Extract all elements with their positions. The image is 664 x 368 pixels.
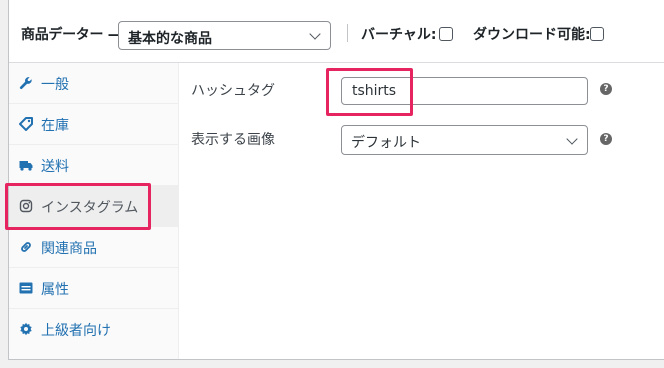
tab-label: 上級者向け bbox=[41, 323, 111, 339]
virtual-label: バーチャル: bbox=[361, 27, 437, 43]
help-icon[interactable]: ? bbox=[600, 83, 612, 95]
product-data-tabs: 一般 在庫 送料 インスタグラム 関連商品 属性 上級者向け bbox=[9, 63, 179, 359]
tab-attributes[interactable]: 属性 bbox=[9, 268, 178, 309]
product-data-label: 商品データー — bbox=[21, 27, 122, 43]
hashtag-label: ハッシュタグ bbox=[191, 83, 275, 99]
hashtag-input[interactable] bbox=[341, 77, 588, 105]
tab-instagram[interactable]: インスタグラム bbox=[9, 186, 178, 227]
help-icon[interactable]: ? bbox=[600, 133, 612, 145]
image-select-value: デフォルト bbox=[351, 135, 421, 151]
tab-linked-products[interactable]: 関連商品 bbox=[9, 227, 178, 268]
tab-label: 在庫 bbox=[41, 118, 69, 134]
product-data-panel: 商品データー — 基本的な商品 バーチャル: ダウンロード可能: 一般 在庫 送… bbox=[8, 0, 664, 360]
tab-label: 送料 bbox=[41, 159, 69, 175]
tab-general[interactable]: 一般 bbox=[9, 63, 178, 104]
tag-icon bbox=[19, 117, 33, 131]
image-select[interactable]: デフォルト bbox=[341, 125, 588, 155]
product-type-select[interactable]: 基本的な商品 bbox=[118, 21, 331, 50]
truck-icon bbox=[19, 161, 33, 171]
tab-label: インスタグラム bbox=[41, 200, 139, 216]
downloadable-label: ダウンロード可能: bbox=[473, 27, 591, 43]
tab-label: 一般 bbox=[41, 77, 69, 93]
product-data-header: 商品データー — 基本的な商品 バーチャル: ダウンロード可能: bbox=[9, 0, 664, 63]
wrench-icon bbox=[19, 77, 32, 89]
chevron-down-icon bbox=[309, 28, 321, 40]
chevron-down-icon bbox=[566, 133, 578, 145]
instagram-icon bbox=[19, 199, 33, 213]
gear-icon bbox=[20, 322, 32, 336]
link-icon bbox=[21, 242, 31, 252]
tab-label: 関連商品 bbox=[41, 241, 97, 257]
image-label: 表示する画像 bbox=[191, 132, 275, 148]
downloadable-checkbox[interactable] bbox=[590, 27, 604, 41]
product-type-value: 基本的な商品 bbox=[128, 31, 212, 47]
tab-label: 属性 bbox=[41, 282, 69, 298]
header-divider bbox=[347, 24, 348, 42]
tab-advanced[interactable]: 上級者向け bbox=[9, 309, 178, 350]
tab-shipping[interactable]: 送料 bbox=[9, 145, 178, 186]
virtual-checkbox[interactable] bbox=[439, 27, 453, 41]
tab-inventory[interactable]: 在庫 bbox=[9, 104, 178, 145]
list-icon bbox=[19, 282, 33, 294]
